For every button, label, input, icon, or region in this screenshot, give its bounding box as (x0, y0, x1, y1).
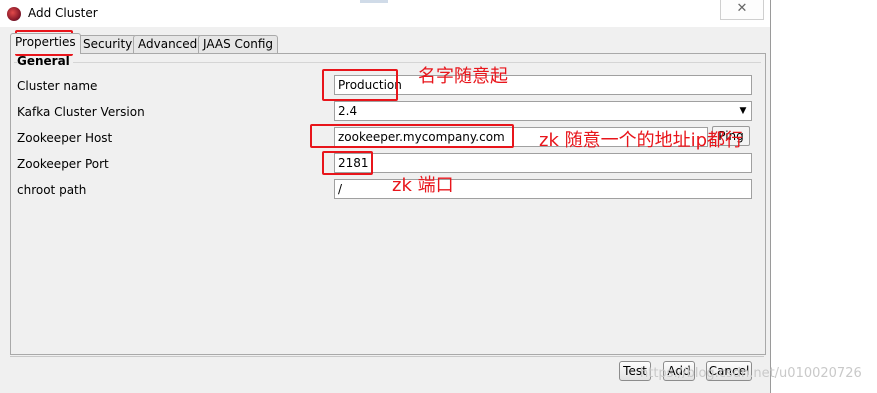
add-cluster-dialog: Add Cluster ✕ Properties Security Advanc… (0, 0, 771, 393)
group-divider (14, 62, 761, 63)
cluster-name-label: Cluster name (17, 79, 98, 93)
title-bar-highlight (360, 0, 388, 3)
zookeeper-host-label: Zookeeper Host (17, 131, 113, 145)
close-icon: ✕ (736, 1, 748, 16)
annotation-name-note: 名字随意起 (418, 66, 508, 87)
tab-security[interactable]: Security (78, 35, 138, 53)
watermark-text: https://blog.csdn.net/u010020726 (640, 366, 862, 381)
highlight-box-cluster-name (322, 69, 398, 101)
kafka-version-label: Kafka Cluster Version (17, 105, 145, 119)
footer-divider (10, 356, 764, 357)
chevron-down-icon: ▼ (736, 103, 750, 119)
app-icon (7, 7, 21, 21)
window-title: Add Cluster (28, 6, 98, 20)
tab-properties[interactable]: Properties (10, 33, 81, 54)
kafka-version-select[interactable]: 2.4 ▼ (334, 101, 752, 121)
zookeeper-port-input[interactable]: 2181 (334, 153, 752, 173)
tab-advanced[interactable]: Advanced (133, 35, 203, 53)
kafka-version-value: 2.4 (338, 104, 358, 118)
group-title-general: General (17, 54, 73, 68)
chroot-path-label: chroot path (17, 183, 87, 197)
zookeeper-port-label: Zookeeper Port (17, 157, 109, 171)
highlight-box-zookeeper-port (322, 151, 373, 175)
title-bar: Add Cluster ✕ (0, 0, 770, 27)
annotation-port-note: zk 端口 (392, 175, 454, 196)
tab-jaas-config[interactable]: JAAS Config (198, 35, 279, 53)
highlight-box-zookeeper-host (310, 124, 514, 148)
annotation-host-note: zk 随意一个的地址ip都行 (539, 130, 744, 151)
close-button[interactable]: ✕ (720, 0, 764, 20)
